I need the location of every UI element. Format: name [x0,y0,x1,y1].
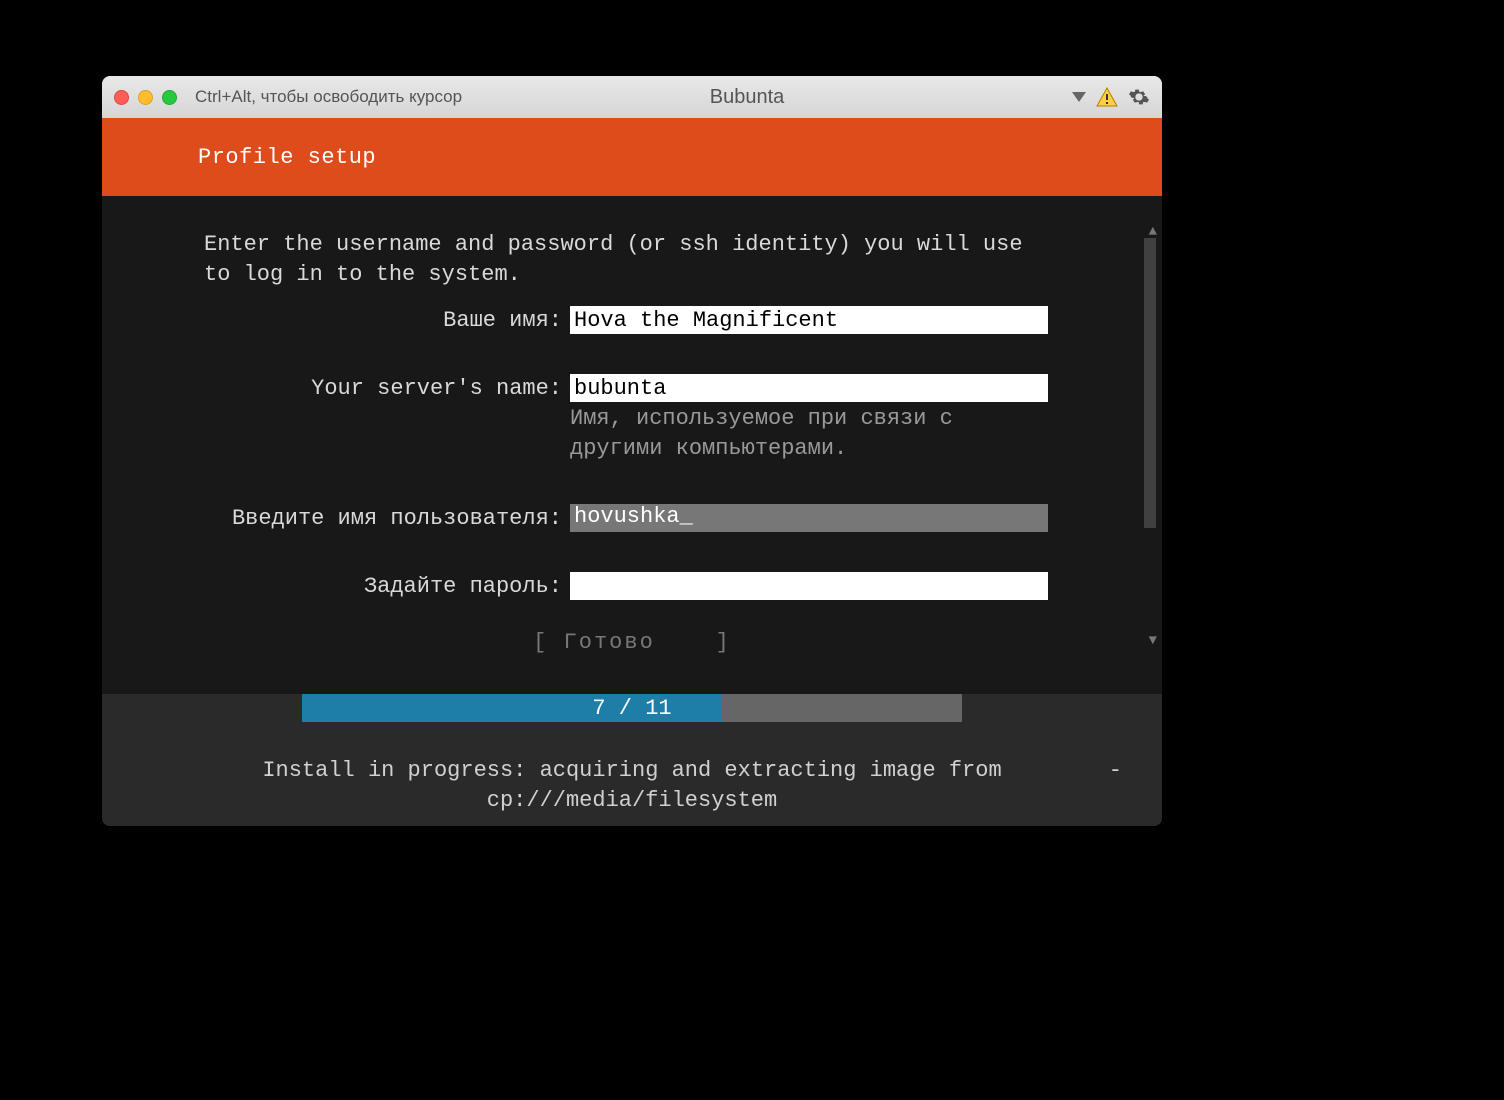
dropdown-icon[interactable] [1072,92,1086,102]
server-hint: Имя, используемое при связи с другими ко… [570,404,1048,464]
installer-console: Profile setup Enter the username and pas… [102,118,1162,826]
server-label: Your server's name: [102,374,570,401]
traffic-lights [114,90,177,105]
progress-text: 7 / 11 [302,694,962,722]
name-field[interactable] [570,306,1048,334]
minimize-icon[interactable] [138,90,153,105]
vm-window: Ctrl+Alt, чтобы освободить курсор Bubunt… [102,76,1162,826]
page-title: Profile setup [102,118,1162,196]
progress-bar: 7 / 11 [302,694,962,722]
text-cursor: _ [680,504,693,529]
password-field[interactable] [570,572,1048,600]
password-label: Задайте пароль: [102,572,570,599]
done-button[interactable]: [ Готово ] [102,630,1162,655]
scroll-down-icon[interactable]: ▼ [1149,633,1157,649]
username-field[interactable]: hovushka_ [570,504,1048,532]
profile-form: Ваше имя: Your server's name: Имя, испол… [102,290,1162,655]
instruction-text: Enter the username and password (or ssh … [102,196,1162,290]
close-icon[interactable] [114,90,129,105]
username-label: Введите имя пользователя: [102,504,570,531]
warning-icon[interactable] [1096,87,1118,107]
install-status: Install in progress: acquiring and extra… [102,756,1162,816]
titlebar[interactable]: Ctrl+Alt, чтобы освободить курсор Bubunt… [102,76,1162,118]
page-title-text: Profile setup [198,145,376,170]
spinner-icon: - [1109,756,1122,786]
gear-icon[interactable] [1128,86,1150,108]
zoom-icon[interactable] [162,90,177,105]
scrollbar[interactable] [1144,238,1156,528]
footer: 7 / 11 Install in progress: acquiring an… [102,694,1162,826]
window-title: Bubunta [422,86,1072,109]
name-label: Ваше имя: [102,306,570,333]
server-field[interactable] [570,374,1048,402]
